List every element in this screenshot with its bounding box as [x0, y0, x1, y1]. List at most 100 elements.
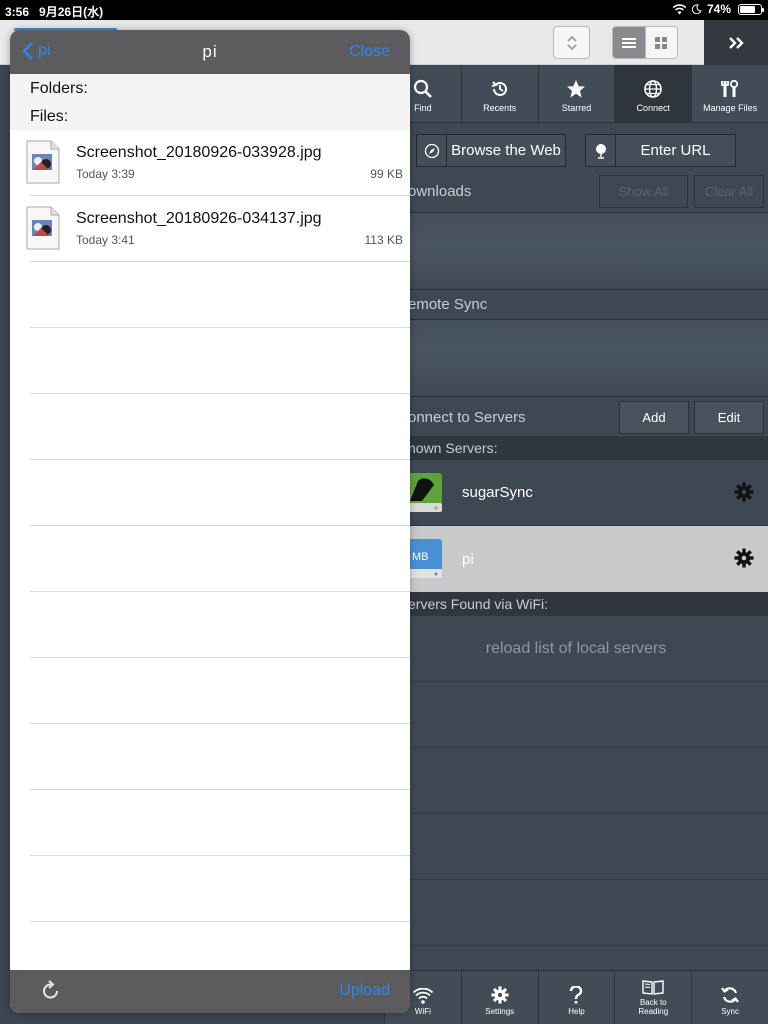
- bottom-tab-wifi-label: WiFi: [414, 1007, 431, 1016]
- row-separator: [30, 657, 410, 658]
- row-separator: [30, 591, 410, 592]
- wifi-icon: [412, 988, 433, 1004]
- known-servers-heading: nown Servers:: [384, 436, 768, 460]
- show-all-button[interactable]: Show All: [599, 175, 688, 208]
- popover-footer: Upload: [10, 970, 410, 1013]
- bottom-tab-sync[interactable]: Sync: [691, 971, 768, 1024]
- battery-icon: [738, 3, 764, 15]
- file-row[interactable]: Screenshot_20180926-034137.jpg Today 3:4…: [10, 196, 410, 262]
- bottom-tab-settings-label: Settings: [485, 1007, 515, 1016]
- status-bar: 3:56 9月26日(水) 74%: [0, 0, 768, 20]
- sync-icon: [721, 987, 739, 1003]
- row-separator: [30, 459, 410, 460]
- tab-recents-label: Recents: [483, 103, 517, 113]
- tab-starred[interactable]: Starred: [537, 65, 615, 122]
- server-row-sugarsync[interactable]: sugarSync: [384, 460, 768, 526]
- popover-nav-bar: pi pi Close: [10, 30, 410, 74]
- row-separator: [30, 525, 410, 526]
- popover-headers: Folders: Files:: [10, 74, 410, 130]
- row-separator: [30, 789, 410, 790]
- remote-sync-area: [384, 319, 768, 397]
- refresh-icon: [43, 980, 58, 999]
- compass-icon: [417, 135, 447, 166]
- row-separator: [30, 393, 410, 394]
- file-browser-popover: pi pi Close Folders: Files: Screenshot_2…: [10, 30, 410, 1013]
- files-label: Files:: [30, 108, 69, 125]
- browse-web-button[interactable]: Browse the Web: [416, 134, 566, 167]
- add-server-button[interactable]: Add: [619, 401, 689, 434]
- gear-icon[interactable]: [734, 548, 754, 568]
- question-icon: [570, 986, 583, 1004]
- bottom-tab-sync-label: Sync: [721, 1007, 739, 1016]
- tab-find-label: Find: [414, 103, 432, 113]
- file-row[interactable]: Screenshot_20180926-033928.jpg Today 3:3…: [10, 130, 410, 196]
- chevron-right-double-button[interactable]: [704, 20, 768, 65]
- list-icon: [621, 37, 636, 48]
- grid-icon: [655, 36, 668, 49]
- reload-servers-link[interactable]: reload list of local servers: [384, 616, 768, 682]
- bottom-tab-back-to-reading-label: Back to Reading: [638, 998, 669, 1016]
- file-size: 113 KB: [364, 233, 403, 247]
- row-separator: [30, 327, 410, 328]
- list-view-button[interactable]: [613, 27, 645, 58]
- tab-connect-label: Connect: [636, 103, 671, 113]
- wifi-signal-icon: [672, 3, 687, 14]
- recents-icon: [491, 81, 507, 96]
- sugarsync-drive-icon: [404, 473, 442, 512]
- downloads-area: [384, 212, 768, 290]
- wifi-servers-heading: ervers Found via WiFi:: [384, 592, 768, 616]
- sort-button[interactable]: [553, 26, 590, 59]
- tools-icon: [721, 79, 739, 97]
- close-button[interactable]: Close: [349, 43, 390, 61]
- server-name-pi: pi: [462, 550, 474, 568]
- edit-server-button[interactable]: Edit: [694, 401, 764, 434]
- empty-row: [384, 682, 768, 748]
- row-separator: [30, 723, 410, 724]
- view-mode-toggle: [612, 26, 678, 59]
- gear-icon[interactable]: [734, 482, 754, 502]
- bottom-toolbar: WiFi Settings Help Back to Reading Sync: [384, 970, 768, 1024]
- tab-connect[interactable]: Connect: [614, 65, 692, 122]
- row-separator: [30, 261, 410, 262]
- search-icon: [413, 79, 432, 98]
- status-time: 3:56: [5, 5, 30, 19]
- status-date: 9月26日(水): [39, 5, 104, 19]
- bottom-tab-back-to-reading[interactable]: Back to Reading: [614, 971, 691, 1024]
- tab-starred-label: Starred: [561, 103, 592, 113]
- tab-bar: Find Recents Starred Connect Manage File…: [384, 65, 768, 123]
- tab-manage-files-label: Manage Files: [703, 103, 758, 113]
- file-date: Today 3:41: [76, 233, 135, 247]
- image-file-icon: [26, 140, 60, 184]
- remote-sync-heading: emote Sync: [408, 296, 488, 313]
- battery-fill: [740, 5, 755, 13]
- upload-button[interactable]: Upload: [339, 982, 390, 1000]
- row-separator: [30, 855, 410, 856]
- status-left: 3:56 9月26日(水): [5, 3, 103, 20]
- empty-row: [384, 814, 768, 880]
- tab-recents[interactable]: Recents: [460, 65, 538, 122]
- enter-url-button[interactable]: Enter URL: [585, 134, 736, 167]
- tab-manage-files[interactable]: Manage Files: [691, 65, 768, 122]
- refresh-button[interactable]: [40, 980, 62, 1007]
- battery-percent: 74%: [706, 2, 731, 16]
- smb-drive-icon: MB: [404, 539, 442, 578]
- globe-stand-icon: [586, 135, 616, 166]
- image-file-icon: [26, 206, 60, 250]
- file-name: Screenshot_20180926-034137.jpg: [76, 210, 322, 227]
- clear-all-button[interactable]: Clear All: [694, 175, 764, 208]
- empty-row: [384, 880, 768, 946]
- bottom-tab-settings[interactable]: Settings: [460, 971, 538, 1024]
- server-row-pi[interactable]: MB pi: [384, 526, 768, 592]
- enter-url-label: Enter URL: [640, 142, 711, 159]
- empty-row: [384, 748, 768, 814]
- bottom-tab-help[interactable]: Help: [537, 971, 615, 1024]
- browse-web-label: Browse the Web: [451, 142, 561, 159]
- sort-arrows-icon: [566, 35, 577, 50]
- row-separator: [30, 921, 410, 922]
- grid-view-button[interactable]: [644, 27, 677, 58]
- chevron-double-right-icon: [729, 36, 744, 49]
- globe-icon: [644, 80, 663, 98]
- moon-icon: [691, 4, 702, 14]
- folders-label: Folders:: [30, 80, 88, 97]
- file-date: Today 3:39: [76, 167, 135, 181]
